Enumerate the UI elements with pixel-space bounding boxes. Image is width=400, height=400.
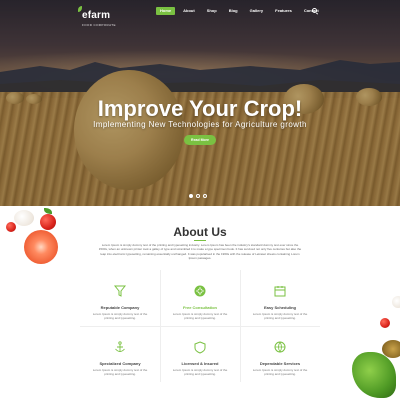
slide-dot-3[interactable] (203, 194, 207, 198)
nav-home[interactable]: Home (156, 7, 176, 15)
nav-features[interactable]: Features (271, 7, 296, 15)
feature-title: Specialized Company (99, 361, 141, 366)
feature-card[interactable]: Dependable Services Lorem Ipsum is simpl… (240, 326, 320, 382)
top-navbar: efarm FOOD CORPORATE Home About Shop Blo… (0, 0, 400, 27)
feature-card[interactable]: Easy Scheduling Lorem Ipsum is simply du… (240, 270, 320, 326)
search-icon[interactable] (312, 8, 317, 13)
feature-text: Lorem Ipsum is simply dummy text of the … (252, 312, 308, 320)
title-underline (194, 240, 206, 241)
slide-dot-1[interactable] (189, 194, 193, 198)
shield-icon (194, 341, 206, 354)
radish-image (380, 318, 390, 328)
feature-text: Lorem Ipsum is simply dummy text of the … (92, 312, 148, 320)
garlic-right-image (392, 296, 400, 308)
feature-text: Lorem Ipsum is simply dummy text of the … (172, 312, 228, 320)
hero-title: Improve Your Crop! (97, 96, 303, 121)
feature-title: Easy Scheduling (263, 305, 296, 310)
garlic-bulb-image (14, 210, 34, 226)
globe-icon (274, 341, 286, 353)
hero-subtitle: Implementing New Technologies for Agricu… (93, 120, 307, 129)
feature-title: Reputable Company (100, 305, 140, 310)
feature-title: Licensed & Insured (181, 361, 219, 366)
nav-shop[interactable]: Shop (203, 7, 221, 15)
feature-card[interactable]: Free Consultation Lorem Ipsum is simply … (160, 270, 240, 326)
about-text: Lorem Ipsum is simply dummy text of the … (98, 243, 302, 261)
feature-text: Lorem Ipsum is simply dummy text of the … (172, 368, 228, 376)
sun-icon (194, 285, 206, 297)
nav-gallery[interactable]: Gallery (246, 7, 268, 15)
feature-card[interactable]: Specialized Company Lorem Ipsum is simpl… (80, 326, 160, 382)
hero-banner: efarm FOOD CORPORATE Home About Shop Blo… (0, 0, 400, 206)
logo-name: efarm (82, 10, 111, 21)
nav-about[interactable]: About (179, 7, 199, 15)
funnel-icon (113, 285, 127, 297)
feature-card[interactable]: Licensed & Insured Lorem Ipsum is simply… (160, 326, 240, 382)
leaf-image (44, 208, 52, 214)
calendar-icon (274, 286, 286, 297)
feature-text: Lorem Ipsum is simply dummy text of the … (252, 368, 308, 376)
feature-title: Free Consultation (182, 305, 217, 310)
slider-dots (189, 194, 210, 198)
logo-tagline: FOOD CORPORATE (82, 23, 116, 27)
nav-blog[interactable]: Blog (225, 7, 242, 15)
slide-dot-2[interactable] (196, 194, 200, 198)
features-grid: Reputable Company Lorem Ipsum is simply … (80, 270, 320, 382)
logo[interactable]: efarm FOOD CORPORATE (78, 5, 116, 27)
about-title: About Us (173, 225, 227, 239)
feature-title: Dependable Services (259, 361, 301, 366)
feature-card[interactable]: Reputable Company Lorem Ipsum is simply … (80, 270, 160, 326)
herbs-image (352, 352, 396, 398)
anchor-icon (115, 341, 125, 352)
main-menu: Home About Shop Blog Gallery Features Co… (156, 7, 327, 15)
feature-text: Lorem Ipsum is simply dummy text of the … (92, 368, 148, 376)
read-more-button[interactable]: Read More (184, 135, 216, 145)
